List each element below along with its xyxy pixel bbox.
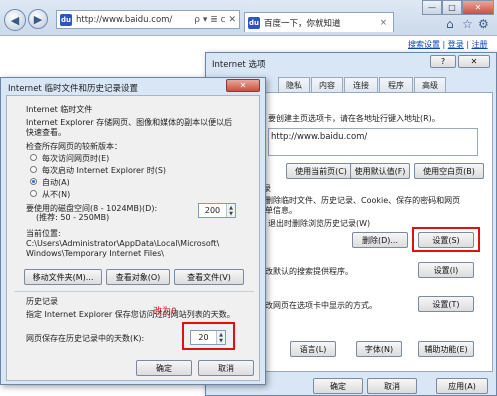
disk-space-stepper[interactable]: 200 ▲ ▼ <box>198 203 236 218</box>
disk-space-recommend: (推荐: 50 - 250MB) <box>36 213 110 222</box>
window-close-button[interactable]: ✕ <box>462 0 494 15</box>
page-top-links: 搜索设置 | 登录 | 注册 <box>408 40 488 49</box>
search-description: 改默认的搜索提供程序。 <box>265 267 353 276</box>
accessibility-button[interactable]: 辅助功能(E) <box>418 341 474 357</box>
delete-on-exit-checkbox-label[interactable]: 退出时删除浏览历史记录(W) <box>268 218 370 229</box>
tab-programs[interactable]: 程序 <box>379 77 413 93</box>
tab-title: 百度一下，你就知道 <box>264 18 341 29</box>
tools-gear-icon[interactable]: ⚙ <box>478 17 489 31</box>
tab-privacy[interactable]: 隐私 <box>278 77 310 93</box>
tabs-description: 改网页在选项卡中显示的方式。 <box>265 301 377 310</box>
languages-button[interactable]: 语言(L) <box>290 341 336 357</box>
radio-every-visit-label[interactable]: 每次访问网页时(E) <box>42 153 109 164</box>
login-link[interactable]: 登录 <box>448 40 464 49</box>
io-cancel-button[interactable]: 取消 <box>367 378 417 394</box>
maximize-button[interactable]: □ <box>442 0 462 15</box>
history-days-label: 网页保存在历史记录中的天数(K): <box>26 334 145 343</box>
io-help-button[interactable]: ? <box>430 55 456 68</box>
radio-every-start-label[interactable]: 每次启动 Internet Explorer 时(S) <box>42 165 166 176</box>
address-bar[interactable]: du http://www.baidu.com/ ρ ▾ ≣ c ✕ <box>56 10 240 29</box>
current-location-label: 当前位置: <box>26 229 61 238</box>
io-close-button[interactable]: ✕ <box>458 55 490 68</box>
history-description-2: 单信息。 <box>265 206 297 215</box>
tab-close-icon[interactable]: × <box>380 18 387 28</box>
tab-connections[interactable]: 连接 <box>344 77 378 93</box>
change-to-zero-annotation: 改为0 <box>153 307 177 317</box>
use-current-button[interactable]: 使用当前页(C) <box>286 163 356 179</box>
radio-automatic-label[interactable]: 自动(A) <box>42 177 70 188</box>
current-location-path: C:\Users\Administrator\AppData\Local\Mic… <box>26 239 220 248</box>
forward-button[interactable]: ▶ <box>28 9 48 29</box>
check-newer-label: 检查所存网页的较新版本： <box>26 142 122 151</box>
radio-every-visit[interactable] <box>30 154 37 161</box>
use-blank-button[interactable]: 使用空白页(B) <box>414 163 484 179</box>
home-page-instruction: 要创建主页选项卡，请在各地址行键入地址(R)。 <box>268 114 440 123</box>
section-divider <box>14 291 254 292</box>
history-days-description: 指定 Internet Explorer 保存您访问过的网站列表的天数。 <box>26 310 235 319</box>
favorites-icon[interactable]: ☆ <box>462 17 473 31</box>
tabs-settings-button[interactable]: 设置(T) <box>418 296 474 312</box>
radio-never[interactable] <box>30 190 37 197</box>
radio-automatic[interactable] <box>30 178 37 185</box>
home-icon[interactable]: ⌂ <box>446 17 454 31</box>
browser-tab[interactable]: du 百度一下，你就知道 × <box>244 12 394 32</box>
address-url: http://www.baidu.com/ <box>76 14 173 25</box>
address-tools[interactable]: ρ ▾ ≣ c ✕ <box>194 15 239 25</box>
tab-advanced[interactable]: 高级 <box>414 77 446 93</box>
stepper-arrows-icon[interactable]: ▲ ▼ <box>226 204 235 217</box>
home-page-textarea[interactable]: http://www.baidu.com/ <box>268 128 478 156</box>
radio-never-label[interactable]: 从不(N) <box>42 189 70 200</box>
radio-every-start[interactable] <box>30 166 37 173</box>
back-button[interactable]: ◀ <box>4 9 26 31</box>
internet-options-title: Internet 选项 <box>212 60 266 70</box>
io-apply-button[interactable]: 应用(A) <box>436 378 488 394</box>
baidu-favicon-icon: du <box>60 13 72 26</box>
home-page-url: http://www.baidu.com/ <box>271 132 368 142</box>
search-settings-button[interactable]: 设置(I) <box>418 262 474 278</box>
temp-section-heading: Internet 临时文件 <box>26 105 93 114</box>
use-default-button[interactable]: 使用默认值(F) <box>350 163 410 179</box>
view-objects-button[interactable]: 查看对象(O) <box>106 269 170 285</box>
temp-dialog-close-button[interactable]: ✕ <box>226 79 260 92</box>
temp-files-dialog-title: Internet 临时文件和历史记录设置 <box>8 84 138 94</box>
history-section-heading: 历史记录 <box>26 297 58 306</box>
tab-favicon-icon: du <box>248 16 260 29</box>
minimize-button[interactable]: — <box>422 0 442 15</box>
view-files-button[interactable]: 查看文件(V) <box>174 269 244 285</box>
delete-history-button[interactable]: 删除(D)... <box>352 232 408 248</box>
disk-space-value: 200 <box>204 206 221 215</box>
temp-ok-button[interactable]: 确定 <box>136 360 192 376</box>
temp-description-2: 快速查看。 <box>26 128 66 137</box>
search-settings-link[interactable]: 搜索设置 <box>408 40 440 49</box>
io-ok-button[interactable]: 确定 <box>313 378 363 394</box>
tab-content[interactable]: 内容 <box>311 77 343 93</box>
fonts-button[interactable]: 字体(N) <box>356 341 402 357</box>
settings-highlight-box <box>412 227 480 252</box>
register-link[interactable]: 注册 <box>472 40 488 49</box>
temp-cancel-button[interactable]: 取消 <box>198 360 254 376</box>
move-folder-button[interactable]: 移动文件夹(M)... <box>24 269 102 285</box>
current-location-path-2: Windows\Temporary Internet Files\ <box>26 249 164 258</box>
days-highlight-box <box>182 322 235 350</box>
